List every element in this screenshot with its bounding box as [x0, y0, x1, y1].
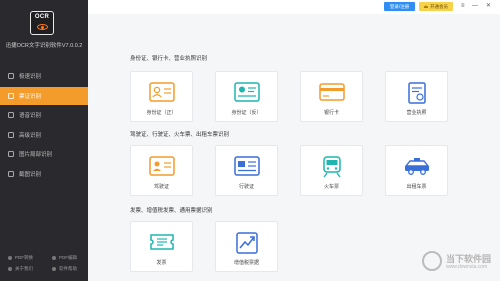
lightning-icon — [8, 73, 14, 79]
crown-icon — [424, 5, 428, 8]
card-label: 银行卡 — [323, 110, 339, 116]
footer-link-pdf-convert[interactable]: PDF转换 — [0, 255, 44, 261]
close-icon[interactable]: ✕ — [486, 2, 491, 11]
watermark-logo-icon — [422, 251, 442, 271]
app-title: 迅捷OCR文字识别软件V7.0.0.2 — [5, 43, 83, 49]
sidebar-item-advanced-ocr[interactable]: 高级识别 — [0, 126, 88, 144]
info-icon — [8, 266, 12, 271]
id-card-back-icon — [216, 82, 277, 102]
card-label: 发票 — [156, 260, 167, 266]
footer-link-about[interactable]: 关于我们 — [0, 266, 44, 272]
train-icon — [301, 156, 362, 178]
card-label: 火车票 — [323, 184, 339, 190]
footer-link-help[interactable]: 软件帮助 — [44, 266, 88, 272]
footer-link-label: 软件帮助 — [59, 265, 77, 271]
logo-text: OCR — [34, 14, 50, 20]
section-title: 身份证、银行卡、营业执照识别 — [130, 56, 208, 62]
invoice-icon — [131, 232, 192, 252]
card-taxi-ticket[interactable]: 出租车票 — [385, 145, 448, 196]
minimize-icon[interactable]: — — [472, 2, 478, 11]
sidebar-item-label: 语音识别 — [19, 113, 42, 120]
driver-license-icon — [131, 156, 192, 176]
card-id-back[interactable]: 身份证（反） — [215, 71, 278, 122]
card-label: 营业执照 — [406, 110, 427, 116]
card-business-license[interactable]: 营业执照 — [385, 71, 448, 122]
id-card-front-icon — [131, 82, 192, 102]
sidebar-item-card-ocr[interactable]: 票证识别 — [0, 86, 88, 105]
sidebar-item-label: 票证识别 — [19, 93, 42, 100]
sidebar-item-label: 高级识别 — [19, 132, 42, 139]
vip-button-label: 开通会员 — [430, 3, 448, 9]
sidebar-footer: PDF转换 PDF编辑 关于我们 软件帮助 — [0, 252, 88, 274]
footer-link-label: 关于我们 — [15, 265, 33, 271]
vip-button[interactable]: 开通会员 — [419, 2, 453, 11]
pdf-edit-icon — [52, 255, 56, 260]
sidebar-item-fast-ocr[interactable]: 极速识别 — [0, 67, 88, 85]
watermark: 当下软件园 www.downxia.com — [422, 249, 494, 275]
watermark-url: www.downxia.com — [446, 264, 488, 270]
menu-icon[interactable]: ≡ — [461, 2, 465, 11]
section-title: 发票、增值税发票、通用票据识别 — [130, 208, 213, 214]
card-label: 增值税票据 — [233, 260, 259, 266]
sidebar-item-partial-ocr[interactable]: 图片局部识别 — [0, 145, 88, 163]
card-label: 身份证（正） — [146, 110, 177, 116]
card-vehicle-license[interactable]: 行驶证 — [215, 145, 278, 196]
sidebar-item-label: 极速识别 — [19, 74, 42, 80]
screenshot-icon — [8, 170, 14, 177]
card-label: 出租车票 — [406, 184, 427, 190]
card-label: 身份证（反） — [231, 110, 262, 116]
card-driver-license[interactable]: 驾驶证 — [130, 145, 193, 196]
card-train-ticket[interactable]: 火车票 — [300, 145, 363, 196]
card-label: 驾驶证 — [153, 184, 169, 190]
crop-icon — [8, 151, 14, 158]
sidebar-item-screenshot-ocr[interactable]: 截图识别 — [0, 165, 88, 183]
footer-link-pdf-edit[interactable]: PDF编辑 — [44, 255, 88, 261]
footer-link-label: PDF编辑 — [59, 254, 77, 260]
card-vat-invoice[interactable]: 增值税票据 — [215, 221, 278, 272]
main-content: 身份证、银行卡、营业执照识别 身份证（正） 身份证（反） 银行卡 营业执照 驾驶… — [88, 14, 500, 281]
bank-card-icon — [301, 82, 362, 102]
pdf-icon — [8, 255, 12, 260]
section-title: 驾驶证、行驶证、火车票、出租车票识别 — [130, 132, 230, 138]
advanced-icon — [8, 131, 14, 138]
business-license-icon — [386, 82, 447, 104]
vat-invoice-icon — [216, 232, 277, 254]
sidebar-item-label: 图片局部识别 — [19, 152, 53, 159]
login-register-button[interactable]: 登录/注册 — [384, 2, 415, 11]
help-icon — [52, 266, 56, 271]
microphone-icon — [8, 112, 14, 119]
card-invoice[interactable]: 发票 — [130, 221, 193, 272]
sidebar-item-voice-ocr[interactable]: 语音识别 — [0, 106, 88, 124]
vehicle-license-icon — [216, 156, 277, 176]
card-label: 行驶证 — [238, 184, 254, 190]
card-id-front[interactable]: 身份证（正） — [130, 71, 193, 122]
sidebar-nav: 极速识别 票证识别 语音识别 高级识别 图片局部识别 截图识别 — [0, 67, 88, 185]
app-logo-icon: OCR — [30, 11, 54, 35]
taxi-icon — [386, 156, 447, 176]
card-icon — [8, 92, 14, 99]
footer-link-label: PDF转换 — [15, 254, 33, 260]
sidebar: OCR 迅捷OCR文字识别软件V7.0.0.2 极速识别 票证识别 语音识别 高… — [0, 0, 88, 281]
sidebar-item-label: 截图识别 — [19, 171, 42, 178]
card-bank[interactable]: 银行卡 — [300, 71, 363, 122]
